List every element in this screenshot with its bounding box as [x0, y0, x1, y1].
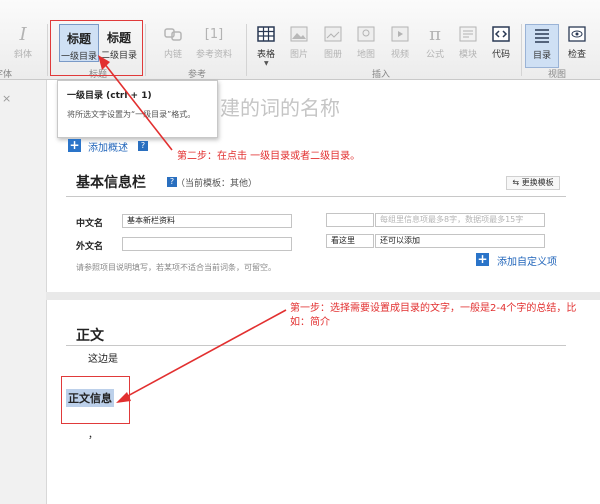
eye-icon	[567, 26, 587, 44]
table-button[interactable]: 表格 ▼	[249, 24, 283, 68]
heading1-label: 一级目录	[60, 52, 97, 62]
switch-template-button[interactable]: ⇆ 更换模板	[506, 176, 560, 190]
separator	[145, 24, 146, 76]
group-font-label: 字体	[0, 70, 13, 80]
inner-link-label: 内链	[163, 50, 182, 60]
cn-name-input[interactable]: 基本新栏资料	[122, 214, 292, 228]
italic-button[interactable]: I 斜体	[6, 24, 40, 68]
add-custom-icon[interactable]: +	[476, 253, 489, 266]
add-custom-link[interactable]: 添加自定义项	[497, 253, 557, 268]
album-button[interactable]: 图册	[316, 24, 350, 68]
fill-hint: 请参照项目说明填写，若某项不适合当前词条，可留空。	[76, 263, 276, 272]
body-line-1[interactable]: 这边是	[88, 350, 118, 365]
table-label: 表格	[256, 50, 275, 60]
editor-page-body	[46, 300, 600, 504]
heading2-label: 二级目录	[100, 51, 137, 61]
list-icon	[532, 27, 552, 45]
image-label: 图片	[289, 50, 308, 60]
add-summary-link[interactable]: 添加概述	[88, 139, 128, 154]
table-icon	[256, 26, 276, 44]
cn-name-label: 中文名	[76, 219, 104, 229]
album-label: 图册	[323, 50, 342, 60]
check-button[interactable]: 检查	[560, 24, 594, 68]
group-view-label: 视图	[548, 70, 567, 80]
toc-button[interactable]: 目录	[525, 24, 559, 68]
custom-value-input-1[interactable]: 每组里信息项最多8字，数据项最多15字	[375, 213, 545, 227]
reference-label: 参考资料	[195, 50, 232, 60]
code-label: 代码	[491, 50, 510, 60]
close-icon[interactable]: ×	[2, 92, 11, 105]
divider	[66, 196, 566, 197]
group-insert-label: 插入	[372, 70, 391, 80]
divider	[66, 345, 566, 346]
template-label: （当前模板：其他）	[176, 179, 258, 189]
foreign-name-label: 外文名	[76, 242, 104, 252]
video-button[interactable]: 视频	[383, 24, 417, 68]
heading2-button[interactable]: 标题 二级目录	[99, 24, 139, 62]
tooltip-description: 将所选文字设置为“一级目录”格式。	[67, 110, 196, 119]
heading1-button[interactable]: 标题 一级目录	[59, 24, 99, 62]
annotation-step1: 第一步：选择需要设置成目录的文字，一般是2-4个字的总结，比如：简介	[290, 303, 577, 328]
heading1-tooltip: 一级目录 (ctrl + 1) 将所选文字设置为“一级目录”格式。	[57, 80, 218, 138]
separator	[47, 24, 48, 76]
image-icon	[289, 26, 309, 44]
tooltip-title: 一级目录 (ctrl + 1)	[67, 91, 152, 101]
annotation-step2: 第二步：在点击 一级目录或者二级目录。	[177, 151, 361, 162]
heading1-title: 标题	[66, 32, 91, 46]
editor-toolbar: I 斜体 字体 标题 一级目录 标题 二级目录 标题 内链 [1] 参考资料 参…	[0, 0, 600, 80]
foreign-name-input[interactable]	[122, 237, 292, 251]
group-reference-label: 参考	[188, 70, 207, 80]
help-icon[interactable]: ?	[138, 141, 148, 151]
switch-template-label: 更换模板	[521, 178, 554, 187]
map-label: 地图	[356, 50, 375, 60]
heading2-title: 标题	[106, 31, 131, 45]
custom-key-input-1[interactable]	[326, 213, 374, 227]
chevron-down-icon: ▼	[264, 60, 269, 67]
reference-icon: [1]	[204, 27, 224, 42]
video-icon	[390, 26, 410, 44]
italic-label: 斜体	[13, 50, 32, 60]
selected-text[interactable]: 正文信息	[66, 389, 114, 407]
basic-info-title: 基本信息栏	[76, 175, 146, 191]
album-icon	[323, 26, 343, 44]
link-icon	[163, 26, 183, 44]
add-summary-icon[interactable]: +	[68, 139, 81, 152]
body-line-3[interactable]: ，	[88, 426, 98, 441]
reference-button[interactable]: [1] 参考资料	[194, 24, 234, 68]
group-catalog-label: 标题	[89, 70, 108, 80]
toc-label: 目录	[532, 51, 551, 61]
left-gutter: ×	[0, 80, 46, 504]
video-label: 视频	[390, 50, 409, 60]
body-section-title: 正文	[76, 328, 104, 344]
swap-icon: ⇆	[512, 178, 520, 187]
inner-link-button[interactable]: 内链	[156, 24, 190, 68]
map-button[interactable]: 地图	[349, 24, 383, 68]
pi-icon: π	[429, 24, 441, 45]
separator	[246, 24, 247, 76]
custom-value-input-2[interactable]: 还可以添加	[375, 234, 545, 248]
italic-icon: I	[19, 24, 27, 45]
check-label: 检查	[567, 50, 586, 60]
code-button[interactable]: 代码	[484, 24, 518, 68]
separator	[521, 24, 522, 76]
module-button[interactable]: 模块	[451, 24, 485, 68]
custom-key-input-2[interactable]: 看这里	[326, 234, 374, 248]
module-icon	[458, 26, 478, 44]
map-icon	[356, 26, 376, 44]
image-button[interactable]: 图片	[282, 24, 316, 68]
code-icon	[491, 26, 511, 44]
module-label: 模块	[458, 50, 477, 60]
entry-title-placeholder[interactable]: 建的词的名称	[220, 92, 340, 121]
formula-button[interactable]: π 公式	[418, 24, 452, 68]
formula-label: 公式	[425, 50, 444, 60]
